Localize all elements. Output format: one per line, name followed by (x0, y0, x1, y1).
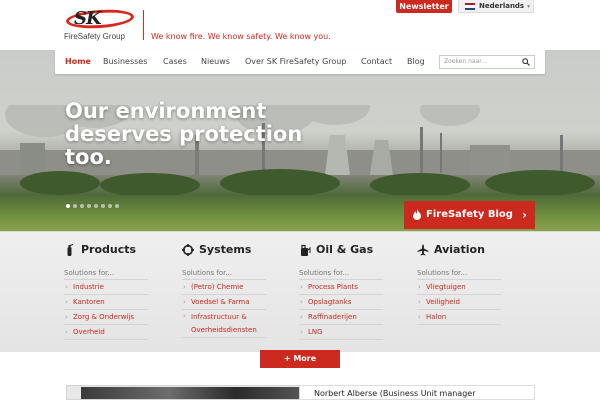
chevron-down-icon: ▾ (526, 3, 530, 10)
dutch-flag-icon (465, 3, 475, 10)
category-subtitle: Solutions for... (299, 266, 383, 280)
category-title-aviation[interactable]: Aviation (417, 242, 501, 258)
logo-text: SK (74, 8, 102, 29)
link-opslagtanks[interactable]: Opslagtanks (299, 295, 383, 310)
slider-dot[interactable] (101, 204, 105, 208)
category-title-oil-gas[interactable]: Oil & Gas (299, 242, 383, 258)
link-zorg-onderwijs[interactable]: Zorg & Onderwijs (64, 310, 148, 325)
airplane-icon (417, 244, 429, 256)
category-systems: Systems Solutions for... (Petro) Chemie … (182, 242, 266, 338)
logo-subtitle: FireSafety Group (64, 32, 125, 41)
category-title-text: Oil & Gas (316, 243, 374, 256)
slider-dot[interactable] (87, 204, 91, 208)
link-process-plants[interactable]: Process Plants (299, 280, 383, 295)
category-subtitle: Solutions for... (64, 266, 148, 280)
hero-title: Our environment deserves protection too. (65, 99, 303, 169)
category-subtitle: Solutions for... (417, 266, 501, 280)
link-infrastructuur[interactable]: Infrastructuur & Overheidsdiensten (182, 310, 266, 338)
slider-dot[interactable] (80, 204, 84, 208)
category-subtitle: Solutions for... (182, 266, 266, 280)
search-input[interactable]: Zoeken naar... (439, 55, 535, 69)
newsletter-button[interactable]: Newsletter (396, 0, 452, 13)
link-voedsel-farma[interactable]: Voedsel & Farma (182, 295, 266, 310)
nav-blog[interactable]: Blog (407, 50, 425, 74)
category-band: Products Solutions for... Industrie Kant… (0, 231, 600, 352)
slider-dot[interactable] (73, 204, 77, 208)
hero-slider: Our environment deserves protection too.… (0, 50, 600, 231)
fire-extinguisher-icon (67, 244, 74, 256)
teaser-text-card: Norbert Alberse (Business Unit manager (300, 385, 535, 400)
flame-icon (413, 209, 421, 220)
main-nav: Home Businesses Cases Nieuws Over SK Fir… (55, 50, 545, 74)
link-lng[interactable]: LNG (299, 325, 383, 340)
slider-dot[interactable] (115, 204, 119, 208)
category-products: Products Solutions for... Industrie Kant… (64, 242, 148, 340)
link-vliegtuigen[interactable]: Vliegtuigen (417, 280, 501, 295)
link-petro-chemie[interactable]: (Petro) Chemie (182, 280, 266, 295)
category-title-systems[interactable]: Systems (182, 242, 266, 258)
firesafety-blog-button[interactable]: FireSafety Blog › (404, 201, 535, 229)
nav-contact[interactable]: Contact (361, 50, 392, 74)
nav-over[interactable]: Over SK FireSafety Group (245, 50, 346, 74)
slider-dot[interactable] (66, 204, 70, 208)
language-selector[interactable]: Nederlands ▾ (458, 0, 534, 13)
site-header: SK FireSafety Group We know fire. We kno… (0, 0, 600, 50)
more-button[interactable]: + More (260, 350, 340, 368)
nav-cases[interactable]: Cases (163, 50, 187, 74)
category-title-text: Aviation (434, 243, 485, 256)
category-title-text: Products (81, 243, 137, 256)
search-placeholder: Zoeken naar... (444, 58, 487, 65)
tagline: We know fire. We know safety. We know yo… (151, 32, 331, 41)
teaser-image-card[interactable] (66, 385, 300, 400)
nav-businesses[interactable]: Businesses (103, 50, 147, 74)
link-kantoren[interactable]: Kantoren (64, 295, 148, 310)
search-icon[interactable] (522, 58, 530, 66)
sk-logo[interactable]: SK FireSafety Group (64, 7, 136, 42)
category-title-text: Systems (199, 243, 252, 256)
link-overheid[interactable]: Overheid (64, 325, 148, 340)
link-veiligheid[interactable]: Veiligheid (417, 295, 501, 310)
category-oil-gas: Oil & Gas Solutions for... Process Plant… (299, 242, 383, 340)
language-label: Nederlands (479, 2, 525, 10)
teaser-text: Norbert Alberse (Business Unit manager (314, 389, 476, 398)
fuel-can-icon (301, 244, 311, 256)
link-halon[interactable]: Halon (417, 310, 501, 325)
slider-dot[interactable] (108, 204, 112, 208)
link-raffinaderijen[interactable]: Raffinaderijen (299, 310, 383, 325)
category-aviation: Aviation Solutions for... Vliegtuigen Ve… (417, 242, 501, 325)
nav-nieuws[interactable]: Nieuws (201, 50, 230, 74)
logo-divider (143, 10, 144, 40)
teaser-photo (81, 387, 299, 399)
crosshair-icon (182, 244, 194, 256)
category-title-products[interactable]: Products (64, 242, 148, 258)
chevron-right-icon: › (522, 208, 527, 222)
blog-button-label: FireSafety Blog (426, 209, 513, 220)
link-industrie[interactable]: Industrie (64, 280, 148, 295)
slider-dot[interactable] (94, 204, 98, 208)
slider-dots (66, 204, 119, 208)
nav-home[interactable]: Home (65, 50, 91, 74)
